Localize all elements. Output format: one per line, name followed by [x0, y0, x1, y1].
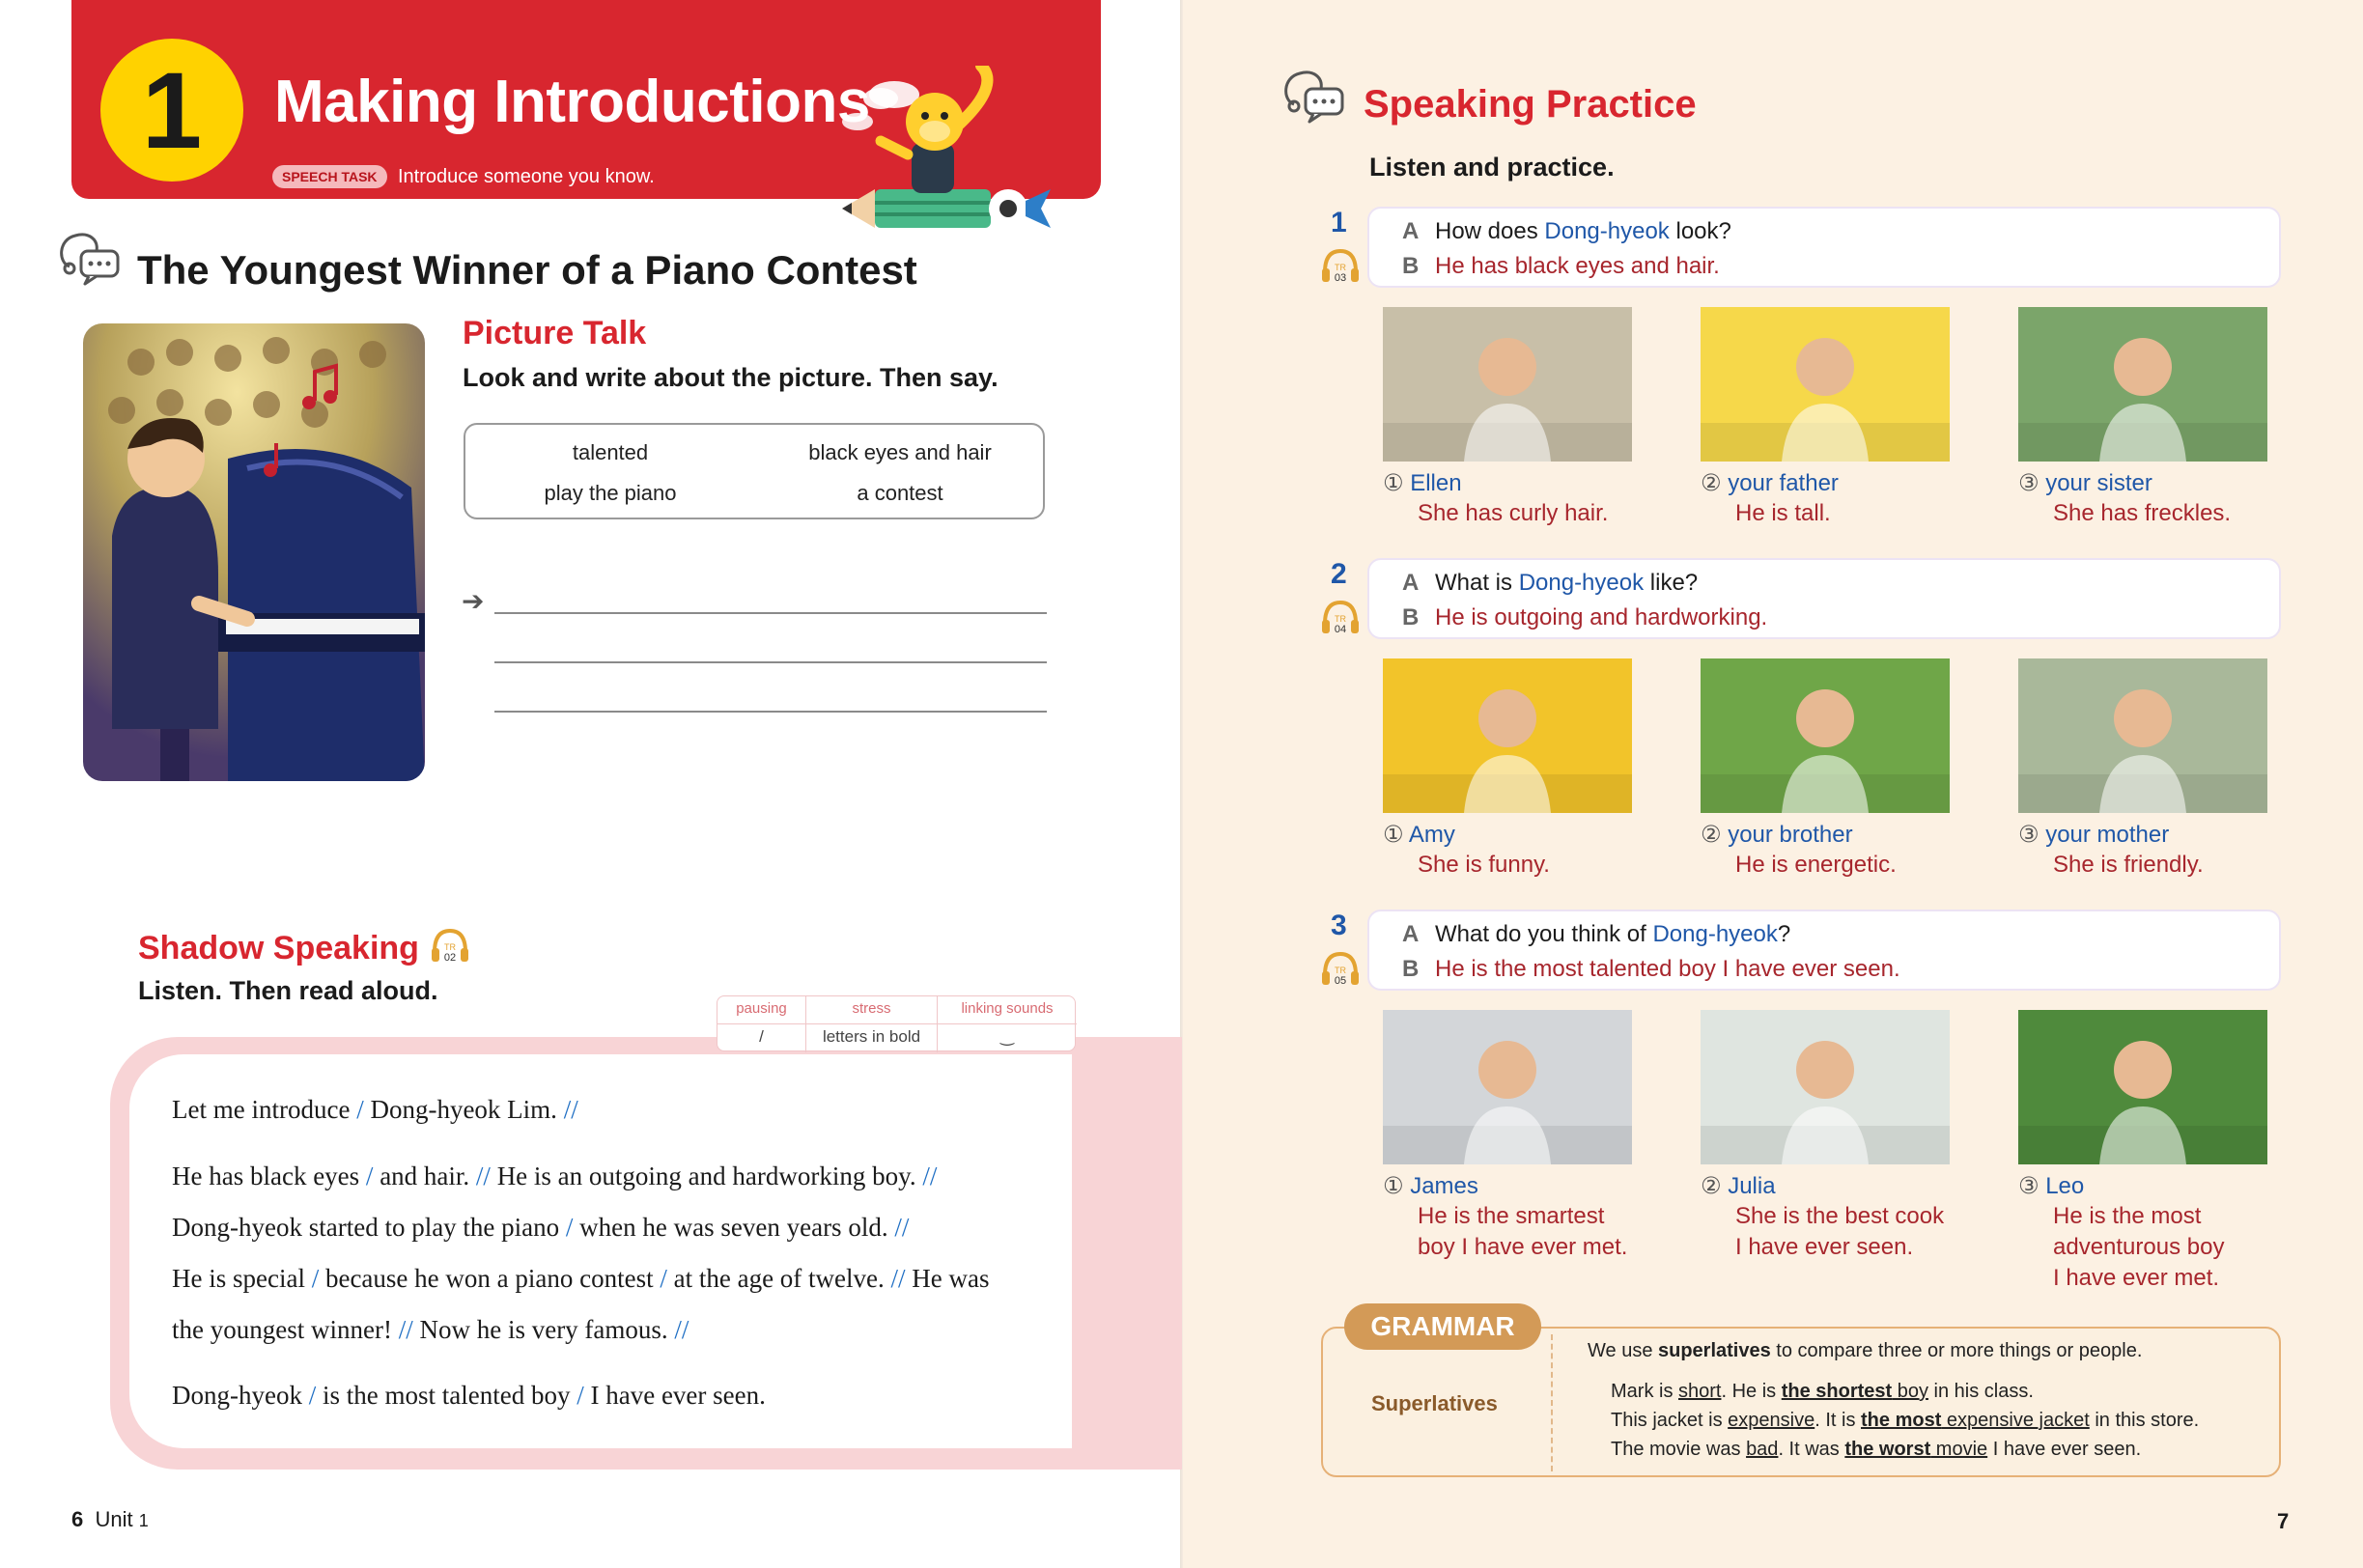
word-bank-item: play the piano: [544, 481, 677, 505]
passage-line: Dong-hyeok / is the most talented boy / …: [172, 1381, 766, 1410]
option-name: ③ Leo: [2018, 1173, 2085, 1199]
option-name: ③ your mother: [2018, 822, 2170, 848]
svg-text:04: 04: [1335, 624, 1346, 635]
unit-number: 1: [100, 39, 243, 182]
dialog-line-a: A What do you think of Dong-hyeok?: [1402, 921, 1791, 947]
shadow-speaking-instruction: Listen. Then read aloud.: [138, 976, 438, 1005]
dialog-box: A How does Dong-hyeok look? B He has black …: [1367, 207, 2281, 288]
speech-task-text: Introduce someone you know.: [398, 166, 655, 187]
option-description: He is energetic.: [1735, 852, 1897, 878]
item-number: 1: [1331, 207, 1347, 238]
grammar-tab: GRAMMAR: [1344, 1303, 1541, 1350]
grammar-example: This jacket is expensive. It is the most…: [1611, 1410, 2200, 1431]
dialog-line-b: B He is outgoing and hardworking.: [1402, 604, 1768, 630]
legend-pausing: pausing /: [717, 996, 806, 1052]
svg-text:05: 05: [1335, 975, 1346, 987]
svg-text:TR: TR: [1335, 263, 1346, 272]
option-description: I have ever seen.: [1735, 1234, 1914, 1260]
option-name: ① Ellen: [1383, 470, 1462, 496]
dialog-box: A What do you think of Dong-hyeok? B He is …: [1367, 910, 2281, 991]
grammar-rule: We use superlatives to compare three or …: [1588, 1340, 2143, 1361]
headphones-icon[interactable]: TR03: [1319, 245, 1362, 288]
option-description: She is the best cook: [1735, 1203, 1945, 1229]
boy-playing-soccer-photo: [1701, 658, 1950, 813]
boy-with-binoculars-photo: [2018, 1010, 2267, 1164]
word-bank: talented black eyes and hair play the pi…: [464, 423, 1045, 519]
option-description: She is friendly.: [2053, 852, 2204, 878]
speech-bubble-icon: [1284, 70, 1344, 124]
svg-text:TR: TR: [1335, 966, 1346, 975]
page-folio-left: 6 Unit 1: [71, 1507, 149, 1531]
option-description: boy I have ever met.: [1418, 1234, 1628, 1260]
father-and-son-photo: [1701, 307, 1950, 462]
freckled-girl-photo: [2018, 307, 2267, 462]
headphones-icon[interactable]: TR 02: [429, 925, 471, 967]
option-name: ① James: [1383, 1173, 1478, 1199]
option-description: He is the smartest: [1418, 1203, 1605, 1229]
reading-legend: pausing / stress letters in bold linking…: [717, 995, 1077, 1052]
speaking-practice-instruction: Listen and practice.: [1369, 153, 1615, 182]
answer-line[interactable]: [494, 612, 1047, 614]
page-folio-right: 7: [2277, 1509, 2290, 1533]
option-description: I have ever met.: [2053, 1265, 2220, 1291]
shadow-speaking-heading: Shadow Speaking: [138, 930, 419, 966]
item-number: 3: [1331, 910, 1347, 941]
option-description: He is tall.: [1735, 500, 1831, 526]
unit-title: Making Introductions: [274, 69, 870, 135]
grammar-example: Mark is short. He is the shortest boy in…: [1611, 1381, 2034, 1402]
boy-with-robot-photo: [1383, 1010, 1632, 1164]
smiling-woman-photo: [2018, 658, 2267, 813]
headphones-icon[interactable]: TR05: [1319, 948, 1362, 991]
option-name: ② your father: [1701, 470, 1839, 496]
pianist-illustration: [83, 323, 425, 781]
option-name: ② your brother: [1701, 822, 1853, 848]
girl-donut-eyes-photo: [1383, 658, 1632, 813]
speaking-practice-heading: Speaking Practice: [1364, 83, 1697, 126]
passage-line: He has black eyes / and hair. // He is a…: [172, 1162, 938, 1190]
passage-line: Dong-hyeok started to play the piano / w…: [172, 1213, 910, 1242]
girl-curly-hair-photo: [1383, 307, 1632, 462]
svg-text:03: 03: [1335, 272, 1346, 284]
dialog-line-a: A What is Dong-hyeok like?: [1402, 570, 1699, 596]
answer-line[interactable]: [494, 661, 1047, 663]
answer-line[interactable]: [494, 711, 1047, 713]
headphones-icon[interactable]: TR04: [1319, 597, 1362, 639]
speech-task-badge: SPEECH TASK: [272, 165, 387, 188]
picture-talk-instruction: Look and write about the picture. Then s…: [463, 363, 999, 392]
picture-talk-heading: Picture Talk: [463, 315, 647, 351]
option-description: She is funny.: [1418, 852, 1550, 878]
arrow-right-icon: ➔: [462, 586, 485, 616]
svg-text:TR: TR: [444, 942, 456, 952]
word-bank-item: black eyes and hair: [808, 440, 992, 464]
option-name: ② Julia: [1701, 1173, 1776, 1199]
monkey-on-pencil-icon: [842, 66, 1051, 228]
option-name: ③ your sister: [2018, 470, 2152, 496]
dialog-line-b: B He has black eyes and hair.: [1402, 253, 1720, 279]
speech-bubble-icon: [60, 233, 120, 286]
grammar-divider: [1551, 1334, 1553, 1471]
svg-text:TR: TR: [1335, 614, 1346, 624]
svg-text:02: 02: [444, 952, 456, 964]
item-number: 2: [1331, 558, 1347, 590]
dialog-line-a: A How does Dong-hyeok look?: [1402, 218, 1731, 244]
grammar-example: The movie was bad. It was the worst movi…: [1611, 1439, 2142, 1460]
legend-stress: stress letters in bold: [806, 996, 938, 1052]
dialog-box: A What is Dong-hyeok like? B He is outgoing…: [1367, 558, 2281, 639]
grammar-topic: Superlatives: [1371, 1391, 1498, 1415]
dialog-line-b: B He is the most talented boy I have ever…: [1402, 956, 1900, 982]
girl-cooking-photo: [1701, 1010, 1950, 1164]
option-description: He is the most: [2053, 1203, 2202, 1229]
passage-line: He is special / because he won a piano c…: [172, 1264, 990, 1293]
option-description: She has freckles.: [2053, 500, 2232, 526]
option-name: ① Amy: [1383, 822, 1455, 848]
option-description: adventurous boy: [2053, 1234, 2225, 1260]
option-description: She has curly hair.: [1418, 500, 1609, 526]
passage-line: the youngest winner! // Now he is very f…: [172, 1315, 689, 1344]
section-title: The Youngest Winner of a Piano Contest: [137, 247, 917, 293]
legend-linking: linking sounds ‿: [961, 1000, 1054, 1046]
word-bank-item: a contest: [857, 481, 943, 505]
word-bank-item: talented: [572, 440, 649, 464]
passage-line: Let me introduce / Dong-hyeok Lim. //: [172, 1095, 578, 1124]
